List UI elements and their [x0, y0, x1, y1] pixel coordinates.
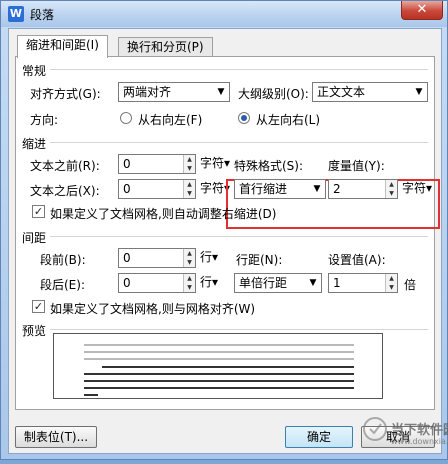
spin-up-icon[interactable]: ▲: [386, 274, 397, 283]
watermark: 当下软件园 www.downxia.com: [361, 409, 448, 461]
spin-down-icon[interactable]: ▼: [386, 283, 397, 292]
section-indent-title: 缩进: [22, 137, 47, 151]
ok-button[interactable]: 确定: [285, 426, 353, 448]
preview-text-line: [84, 394, 98, 396]
indent-before-input[interactable]: 0 ▲ ▼: [118, 154, 196, 174]
preview-text-line: [84, 387, 354, 389]
divider: [50, 236, 428, 237]
outline-level-label: 大纲级别(O):: [238, 87, 309, 101]
paragraph-dialog: W 段落 ✕ 缩进和间距(I) 换行和分页(P) 常规 对齐方式(G): 两端对…: [0, 0, 448, 460]
preview-text-line: [84, 380, 354, 382]
direction-label: 方向:: [30, 113, 59, 127]
tabs-button[interactable]: 制表位(T)...: [15, 426, 97, 448]
rtl-radio[interactable]: [120, 112, 132, 124]
outline-level-value: 正文文本: [317, 85, 366, 99]
spinner-buttons[interactable]: ▲ ▼: [385, 274, 397, 292]
preview-text-line: [84, 373, 354, 375]
space-after-label: 段后(E):: [40, 278, 85, 292]
watermark-url: www.downxia.com: [391, 437, 448, 446]
spin-up-icon[interactable]: ▲: [184, 155, 195, 164]
setting-value-input[interactable]: 1 ▲ ▼: [328, 273, 398, 293]
chevron-down-icon: ▼: [415, 87, 423, 97]
alignment-label: 对齐方式(G):: [30, 87, 101, 101]
spinner-buttons[interactable]: ▲ ▼: [183, 155, 195, 173]
measure-label: 度量值(Y):: [328, 159, 385, 173]
indent-before-label: 文本之前(R):: [30, 159, 100, 173]
special-format-select[interactable]: 首行缩进 ▼: [234, 179, 326, 199]
title-bar[interactable]: W 段落 ✕: [1, 1, 447, 27]
tab-indent-spacing[interactable]: 缩进和间距(I): [17, 35, 108, 58]
space-before-input[interactable]: 0 ▲ ▼: [118, 248, 196, 268]
rtl-label: 从右向左(F): [138, 113, 203, 127]
setting-value-label: 设置值(A):: [328, 253, 386, 267]
indent-after-label: 文本之后(X):: [30, 184, 100, 198]
spinner-buttons[interactable]: ▲ ▼: [183, 180, 195, 198]
divider: [50, 329, 428, 330]
spin-down-icon[interactable]: ▼: [386, 189, 397, 198]
preview-prev-line: [84, 344, 354, 346]
section-spacing-title: 间距: [22, 231, 47, 245]
wps-writer-icon: W: [8, 6, 24, 22]
paragraph-preview: [53, 333, 383, 399]
space-before-unit[interactable]: 行▾: [200, 248, 218, 266]
dialog-body: 缩进和间距(I) 换行和分页(P) 常规 对齐方式(G): 两端对齐 ▼ 大纲级…: [8, 28, 442, 454]
outline-level-select[interactable]: 正文文本 ▼: [312, 82, 428, 102]
spin-down-icon[interactable]: ▼: [184, 164, 195, 173]
indent-after-input[interactable]: 0 ▲ ▼: [118, 179, 196, 199]
setting-value-unit: 倍: [404, 278, 417, 292]
watermark-text: 当下软件园: [391, 423, 448, 438]
close-button[interactable]: ✕: [401, 1, 443, 20]
measure-input[interactable]: 2 ▲ ▼: [328, 179, 398, 199]
auto-right-indent-checkbox[interactable]: ✓: [32, 205, 45, 218]
spin-down-icon[interactable]: ▼: [184, 189, 195, 198]
measure-value: 2: [333, 182, 341, 196]
spin-down-icon[interactable]: ▼: [184, 258, 195, 267]
divider: [50, 69, 428, 70]
space-after-unit[interactable]: 行▾: [200, 273, 218, 291]
snap-to-grid-label: 如果定义了文档网格,则与网格对齐(W): [50, 302, 256, 316]
ltr-label: 从左向右(L): [256, 113, 321, 127]
tab-line-page-breaks[interactable]: 换行和分页(P): [118, 37, 213, 57]
section-general-title: 常规: [22, 64, 47, 78]
indent-before-unit[interactable]: 字符▾: [200, 154, 230, 172]
indent-after-value: 0: [123, 182, 131, 196]
space-after-value: 0: [123, 276, 131, 290]
preview-text-line: [102, 366, 354, 368]
spin-up-icon[interactable]: ▲: [184, 249, 195, 258]
spinner-buttons[interactable]: ▲ ▼: [183, 249, 195, 267]
setting-value: 1: [333, 276, 341, 290]
special-format-value: 首行缩进: [239, 182, 288, 196]
auto-right-indent-label: 如果定义了文档网格,则自动调整右缩进(D): [50, 207, 277, 221]
divider: [50, 142, 428, 143]
alignment-value: 两端对齐: [123, 85, 172, 99]
section-preview-title: 预览: [22, 324, 47, 338]
space-before-label: 段前(B):: [40, 253, 86, 267]
dialog-title: 段落: [30, 8, 55, 22]
spin-up-icon[interactable]: ▲: [184, 180, 195, 189]
snap-to-grid-checkbox[interactable]: ✓: [32, 300, 45, 313]
space-before-value: 0: [123, 251, 131, 265]
line-spacing-select[interactable]: 单倍行距 ▼: [234, 273, 322, 293]
measure-unit[interactable]: 字符▾: [402, 179, 432, 197]
preview-prev-line: [84, 358, 354, 360]
preview-prev-line: [84, 351, 354, 353]
line-spacing-label: 行距(N):: [236, 253, 283, 267]
spinner-buttons[interactable]: ▲ ▼: [183, 274, 195, 292]
chevron-down-icon: ▼: [313, 184, 321, 194]
spinner-buttons[interactable]: ▲ ▼: [385, 180, 397, 198]
ltr-radio[interactable]: [238, 112, 250, 124]
spin-down-icon[interactable]: ▼: [184, 283, 195, 292]
chevron-down-icon: ▼: [309, 278, 317, 288]
space-after-input[interactable]: 0 ▲ ▼: [118, 273, 196, 293]
indent-before-value: 0: [123, 157, 131, 171]
spin-up-icon[interactable]: ▲: [184, 274, 195, 283]
alignment-select[interactable]: 两端对齐 ▼: [118, 82, 230, 102]
line-spacing-value: 单倍行距: [239, 276, 288, 290]
special-format-label: 特殊格式(S):: [234, 159, 304, 173]
spin-up-icon[interactable]: ▲: [386, 180, 397, 189]
chevron-down-icon: ▼: [217, 87, 225, 97]
